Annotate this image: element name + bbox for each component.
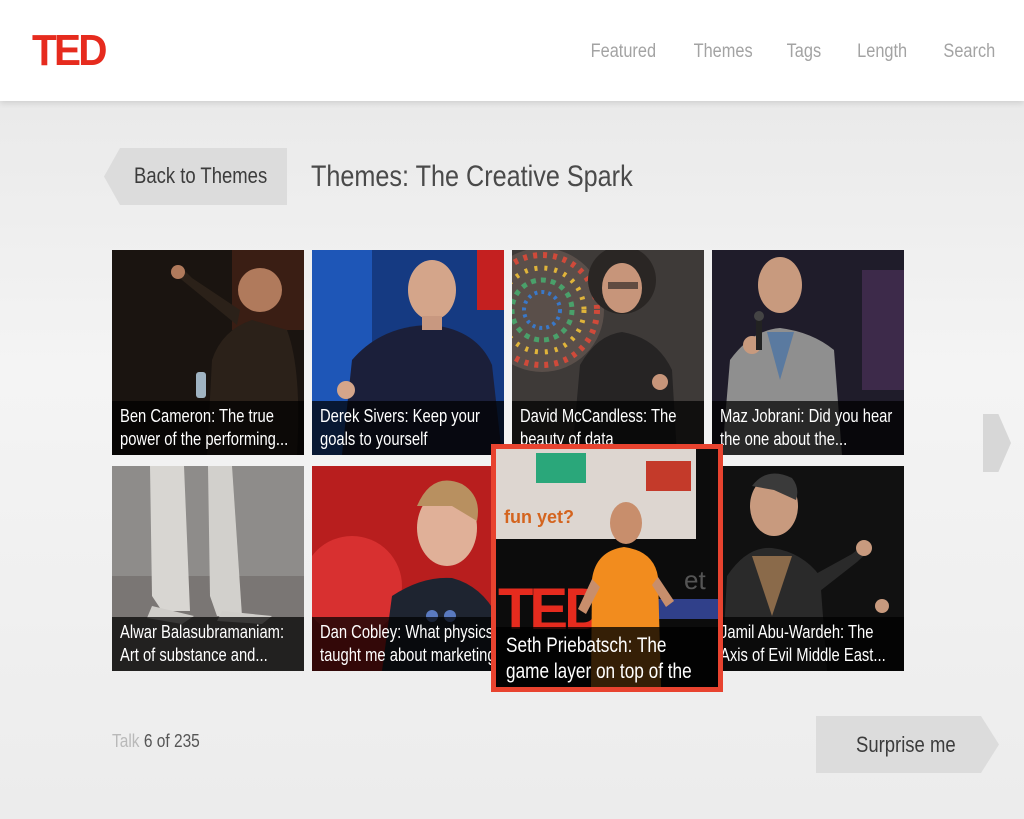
talk-caption: Derek Sivers: Keep your goals to yoursel… bbox=[312, 401, 504, 455]
talk-caption: Ben Cameron: The true power of the perfo… bbox=[112, 401, 304, 455]
nav-themes[interactable]: Themes bbox=[694, 40, 753, 64]
talk-caption: Maz Jobrani: Did you hear the one about … bbox=[712, 401, 904, 455]
chevron-right-icon[interactable] bbox=[983, 414, 1011, 472]
talk-tile-dan-cobley[interactable]: Dan Cobley: What physics taught me about… bbox=[312, 466, 504, 671]
talk-caption: Seth Priebatsch: The game layer on top o… bbox=[496, 627, 718, 687]
nav-length[interactable]: Length bbox=[857, 40, 907, 64]
surprise-me-button[interactable]: Surprise me bbox=[816, 716, 999, 773]
talk-tile-alwar-balasubramaniam[interactable]: Alwar Balasubramaniam: Art of substance … bbox=[112, 466, 304, 671]
nav-search[interactable]: Search bbox=[943, 40, 995, 64]
talk-caption: Dan Cobley: What physics taught me about… bbox=[312, 617, 504, 671]
talk-caption: Alwar Balasubramaniam: Art of substance … bbox=[112, 617, 304, 671]
surprise-me-label: Surprise me bbox=[856, 732, 956, 757]
svg-text:et: et bbox=[684, 565, 706, 595]
talk-counter: Talk 6 of 235 bbox=[112, 731, 200, 752]
main-nav: Featured Themes Tags Length Search bbox=[552, 40, 995, 64]
talk-counter-value: 6 of 235 bbox=[143, 731, 200, 751]
nav-featured[interactable]: Featured bbox=[590, 40, 655, 64]
talk-tile-maz-jobrani[interactable]: Maz Jobrani: Did you hear the one about … bbox=[712, 250, 904, 455]
page-title: Themes: The Creative Spark bbox=[311, 160, 633, 193]
top-bar: TED Featured Themes Tags Length Search bbox=[0, 0, 1024, 101]
nav-tags[interactable]: Tags bbox=[786, 40, 821, 64]
back-to-themes-button[interactable]: Back to Themes bbox=[104, 148, 287, 205]
back-to-themes-label: Back to Themes bbox=[134, 163, 268, 188]
talk-tile-ben-cameron[interactable]: Ben Cameron: The true power of the perfo… bbox=[112, 250, 304, 455]
talk-tile-jamil-abu-wardeh[interactable]: Jamil Abu-Wardeh: The Axis of Evil Middl… bbox=[712, 466, 904, 671]
selected-talk-tile[interactable]: fun yet? TED et Seth Priebatsch: The gam… bbox=[491, 444, 723, 692]
talk-tile-david-mccandless[interactable]: David McCandless: The beauty of data vis… bbox=[512, 250, 704, 455]
talk-caption: Jamil Abu-Wardeh: The Axis of Evil Middl… bbox=[712, 617, 904, 671]
ted-logo[interactable]: TED bbox=[32, 27, 107, 75]
talk-tile-derek-sivers[interactable]: Derek Sivers: Keep your goals to yoursel… bbox=[312, 250, 504, 455]
talk-counter-label: Talk bbox=[112, 731, 140, 751]
slide-text: fun yet? bbox=[504, 507, 574, 527]
